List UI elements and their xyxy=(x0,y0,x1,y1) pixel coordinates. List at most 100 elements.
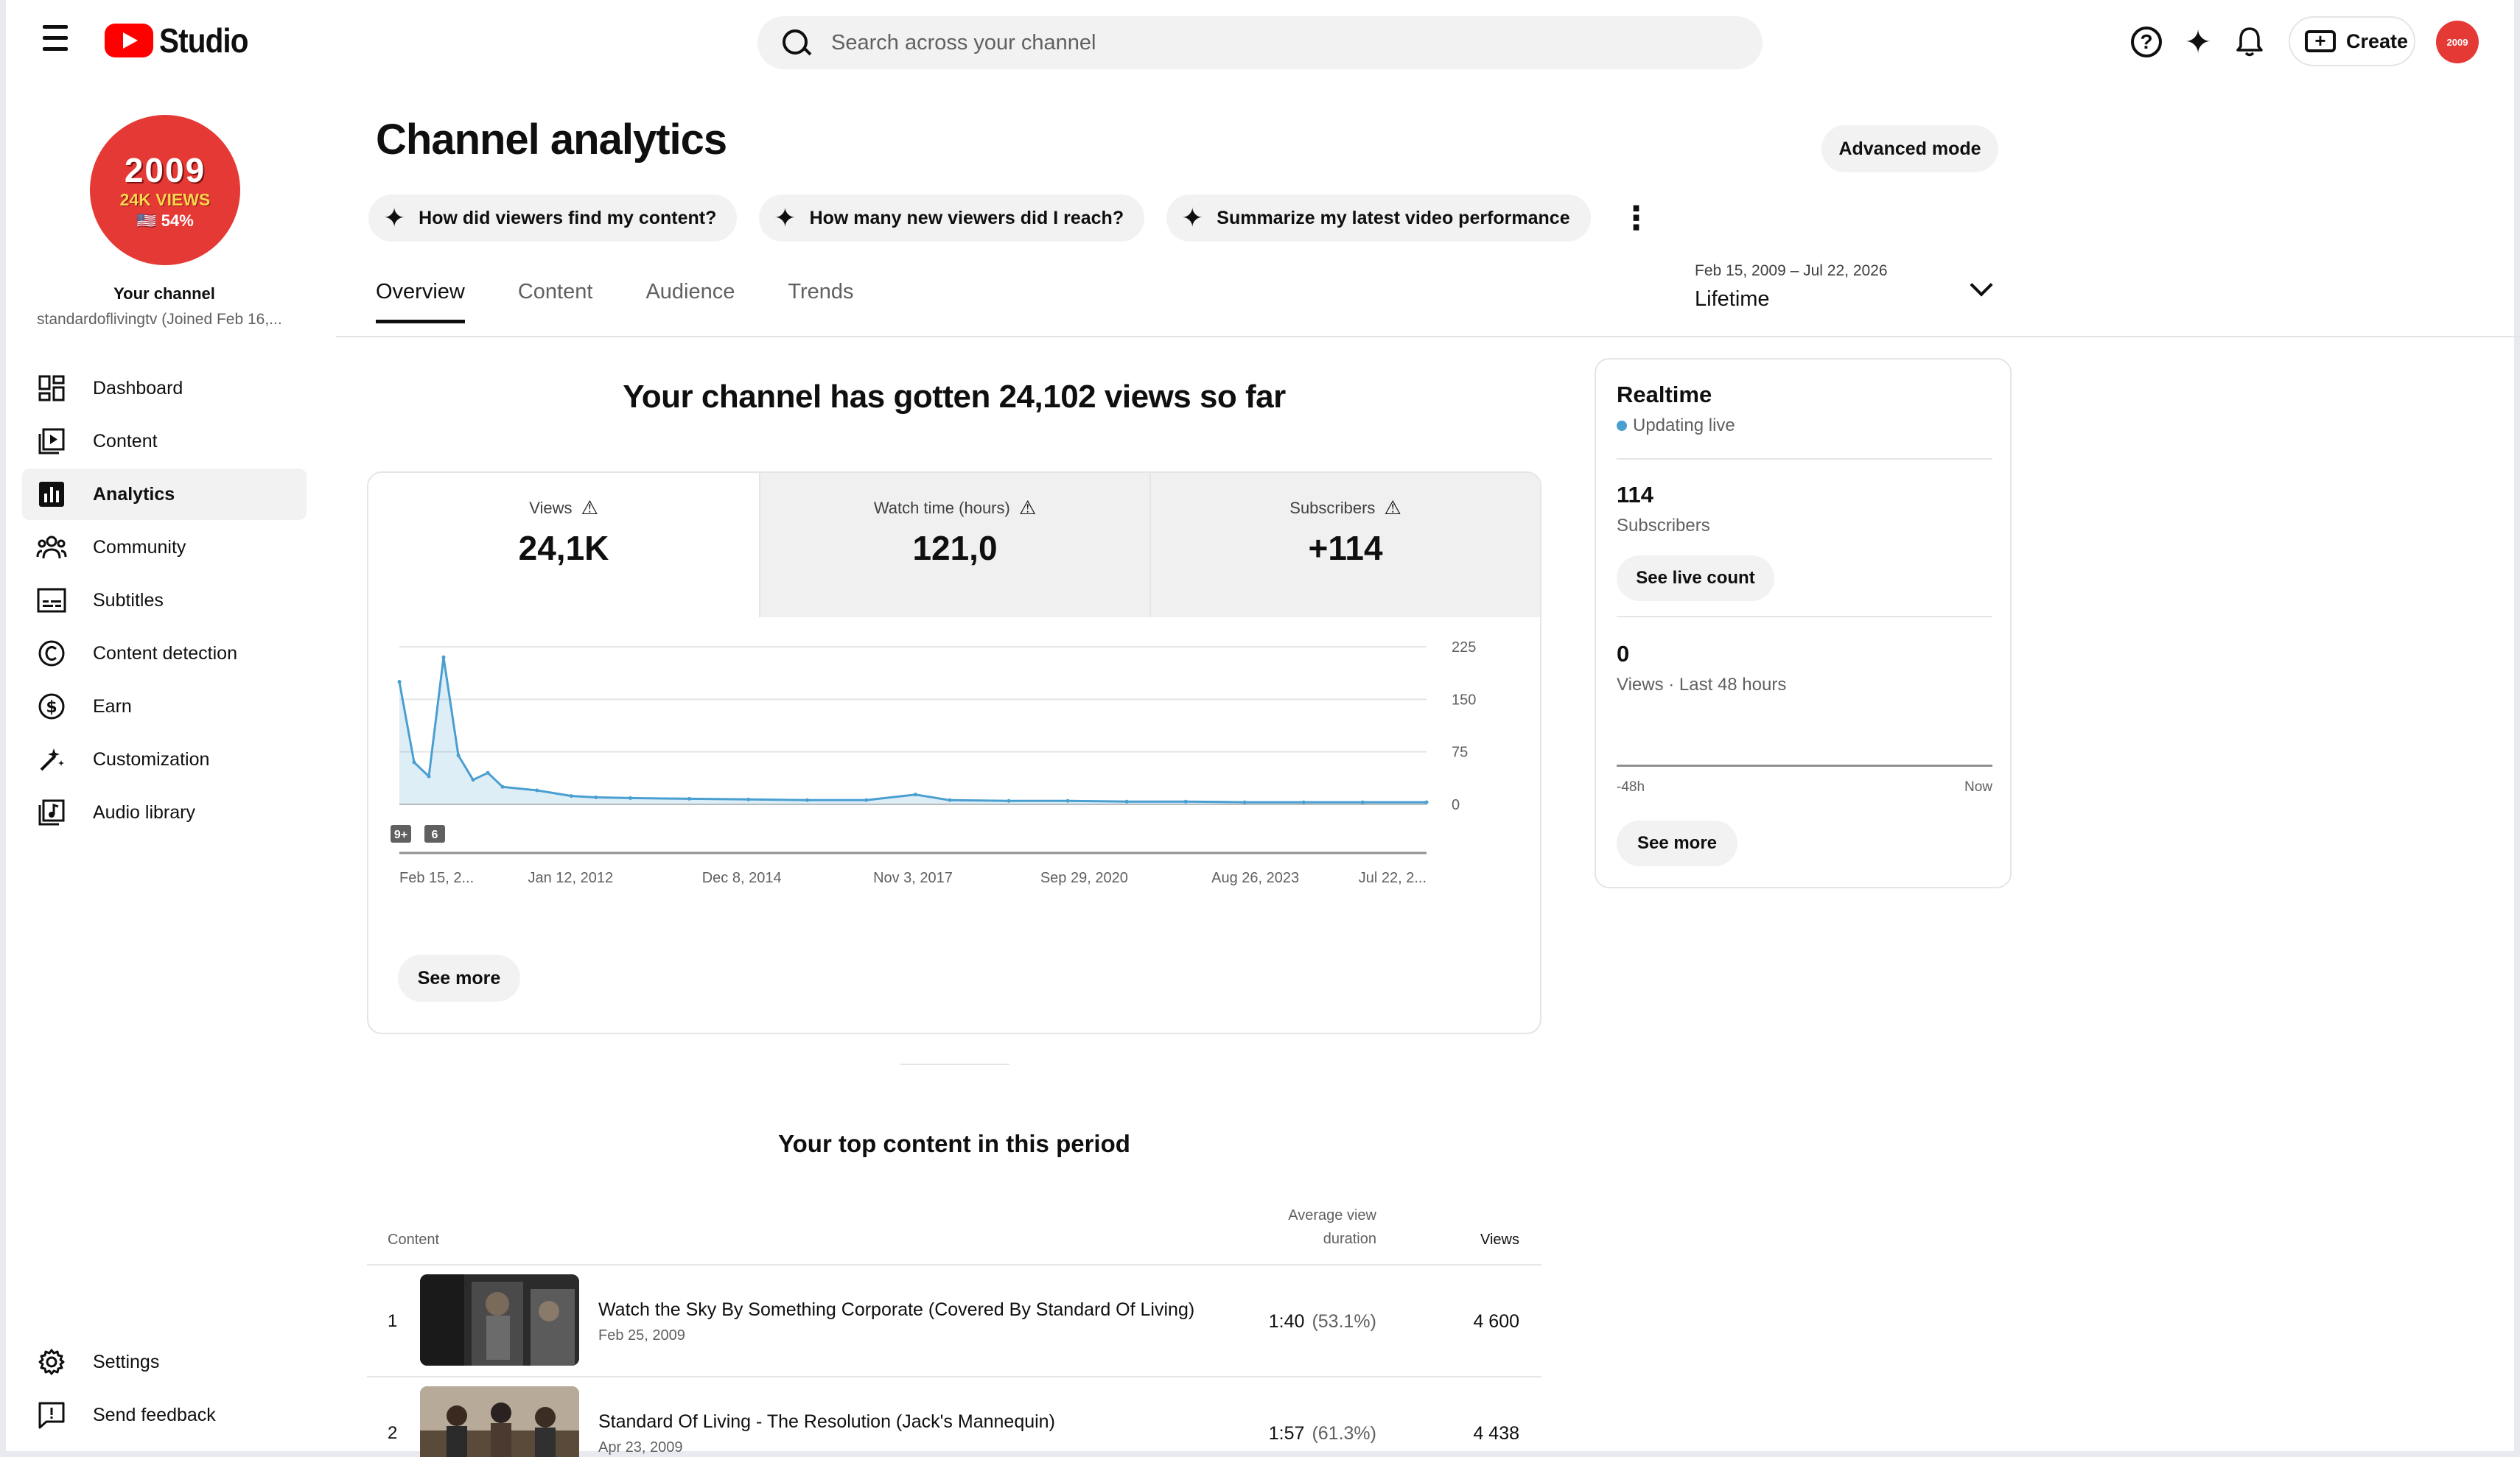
realtime-see-more-button[interactable]: See more xyxy=(1617,821,1737,866)
column-header-content: Content xyxy=(388,1232,440,1248)
avg-duration-value: 1:40 xyxy=(1268,1311,1305,1332)
logo-text: Studio xyxy=(159,21,249,60)
x-tick-label: Jul 22, 2... xyxy=(1359,870,1427,886)
help-icon[interactable]: ? xyxy=(2127,22,2166,62)
sidebar-item-dashboard[interactable]: Dashboard xyxy=(22,362,307,414)
data-point xyxy=(746,797,751,801)
search-icon[interactable] xyxy=(780,27,812,59)
subtitles-icon xyxy=(35,584,68,617)
studio-logo[interactable]: Studio xyxy=(105,21,260,60)
avg-view-duration: 1:57 (61.3%) xyxy=(1163,1423,1376,1444)
tab-content[interactable]: Content xyxy=(518,280,593,323)
table-row[interactable]: 2 Standard Of Living - The Resolution (J… xyxy=(367,1377,1541,1457)
channel-avatar[interactable]: 2009 24K VIEWS 🇺🇸 54% xyxy=(90,115,240,265)
see-more-button[interactable]: See more xyxy=(398,955,520,1002)
sidebar-item-settings[interactable]: Settings xyxy=(22,1336,307,1388)
realtime-status: Updating live xyxy=(1617,415,1735,436)
data-point xyxy=(456,753,461,757)
top-content-table: Content Average view duration Views 1 Wa… xyxy=(367,1198,1541,1457)
magic-wand-icon xyxy=(35,743,68,776)
see-live-count-button[interactable]: See live count xyxy=(1617,555,1774,601)
sidebar-item-label: Content detection xyxy=(93,642,237,664)
column-header-avg-duration[interactable]: Average view duration xyxy=(1236,1204,1376,1251)
column-header-views[interactable]: Views xyxy=(1428,1232,1519,1249)
sidebar-item-content-detection[interactable]: Content detection xyxy=(22,628,307,679)
tab-trends[interactable]: Trends xyxy=(788,280,853,323)
video-thumbnail[interactable] xyxy=(420,1274,579,1366)
sidebar-item-label: Community xyxy=(93,536,186,558)
sidebar-item-label: Earn xyxy=(93,695,132,717)
data-point xyxy=(687,796,692,801)
tab-audience[interactable]: Audience xyxy=(645,280,735,323)
sidebar-item-community[interactable]: Community xyxy=(22,522,307,573)
chip-latest-video[interactable]: ✦ Summarize my latest video performance xyxy=(1166,194,1591,242)
row-rank: 2 xyxy=(388,1423,398,1443)
realtime-axis-start: -48h xyxy=(1617,779,1645,795)
sidebar-item-label: Dashboard xyxy=(93,377,183,399)
tab-overview[interactable]: Overview xyxy=(376,280,465,323)
metric-tabs: Views ⚠ 24,1K Watch time (hours) ⚠ 121,0 S… xyxy=(368,473,1540,617)
column-header-line: duration xyxy=(1323,1231,1376,1247)
search-bar[interactable] xyxy=(757,16,1763,69)
video-views: 4 600 xyxy=(1473,1311,1519,1332)
chip-new-viewers[interactable]: ✦ How many new viewers did I reach? xyxy=(759,194,1145,242)
sidebar-item-label: Customization xyxy=(93,748,210,770)
realtime-views-label: Views · Last 48 hours xyxy=(1617,675,1787,695)
realtime-chart-axis xyxy=(1617,765,1992,767)
channel-handle: standardoflivingtv (Joined Feb 16,... xyxy=(37,311,282,328)
create-label: Create xyxy=(2346,29,2409,52)
sidebar-item-audio-library[interactable]: Audio library xyxy=(22,787,307,838)
create-video-icon: + xyxy=(2305,30,2336,52)
metric-tab-subscribers[interactable]: Subscribers ⚠ +114 xyxy=(1149,473,1540,617)
data-point xyxy=(805,798,810,802)
metric-tab-watch-time[interactable]: Watch time (hours) ⚠ 121,0 xyxy=(759,473,1149,617)
analytics-icon xyxy=(35,478,68,510)
video-views: 4 438 xyxy=(1473,1423,1519,1444)
data-point xyxy=(1065,798,1070,803)
more-options-icon[interactable]: ⋮ xyxy=(1620,200,1653,237)
data-point xyxy=(1242,800,1247,804)
hamburger-menu-icon[interactable] xyxy=(35,25,75,57)
data-point xyxy=(427,774,431,779)
video-title[interactable]: Standard Of Living - The Resolution (Jac… xyxy=(598,1411,1055,1433)
chip-label: Summarize my latest video performance xyxy=(1217,207,1570,228)
sidebar-item-earn[interactable]: $ Earn xyxy=(22,681,307,732)
advanced-mode-button[interactable]: Advanced mode xyxy=(1821,125,1998,172)
ai-sparkle-icon[interactable]: ✦ xyxy=(2178,22,2218,62)
warning-icon: ⚠ xyxy=(1018,496,1037,519)
date-range-text: Feb 15, 2009 – Jul 22, 2026 xyxy=(1695,262,1888,279)
dashboard-icon xyxy=(35,372,68,404)
create-button[interactable]: + Create xyxy=(2289,16,2415,66)
bell-icon[interactable] xyxy=(2230,22,2269,62)
chip-label: How many new viewers did I reach? xyxy=(809,207,1124,228)
realtime-subs-label: Subscribers xyxy=(1617,516,1710,536)
metric-value: 121,0 xyxy=(912,529,998,567)
x-tick-label: Feb 15, 2... xyxy=(399,870,474,886)
audio-library-icon xyxy=(35,796,68,829)
live-dot-icon xyxy=(1617,421,1627,431)
realtime-status-text: Updating live xyxy=(1633,415,1735,435)
sidebar-item-analytics[interactable]: Analytics xyxy=(22,468,307,520)
data-point xyxy=(500,784,505,789)
avatar-views: 24K VIEWS xyxy=(119,189,211,209)
sidebar-item-subtitles[interactable]: Subtitles xyxy=(22,575,307,626)
video-thumbnail[interactable] xyxy=(420,1386,579,1457)
sidebar-bottom-nav: Settings Send feedback xyxy=(22,1336,307,1442)
views-line-chart: 0 75 150 225 Feb 15, 2... Jan 12, 2012 Dec 8, … xyxy=(391,639,1476,886)
sidebar-item-send-feedback[interactable]: Send feedback xyxy=(22,1389,307,1441)
date-range-picker[interactable]: Feb 15, 2009 – Jul 22, 2026 Lifetime xyxy=(1695,262,2004,314)
account-avatar[interactable]: 2009 xyxy=(2436,21,2479,63)
chip-viewer-sources[interactable]: ✦ How did viewers find my content? xyxy=(368,194,738,242)
metric-tab-views[interactable]: Views ⚠ 24,1K xyxy=(368,473,759,617)
sidebar-item-content[interactable]: Content xyxy=(22,415,307,467)
sidebar-nav: Dashboard Content Analytics Community Su… xyxy=(22,362,307,840)
chip-label: How did viewers find my content? xyxy=(419,207,717,228)
table-row[interactable]: 1 Watch the Sky By Something Corporate (… xyxy=(367,1265,1541,1377)
video-title[interactable]: Watch the Sky By Something Corporate (Co… xyxy=(598,1299,1194,1321)
sidebar-item-customization[interactable]: Customization xyxy=(22,734,307,785)
column-header-line: Average view xyxy=(1288,1207,1376,1223)
search-input[interactable] xyxy=(831,30,1715,55)
your-channel-label: Your channel xyxy=(113,284,215,303)
realtime-views-value: 0 xyxy=(1617,641,1630,667)
table-header: Content Average view duration Views xyxy=(367,1198,1541,1265)
